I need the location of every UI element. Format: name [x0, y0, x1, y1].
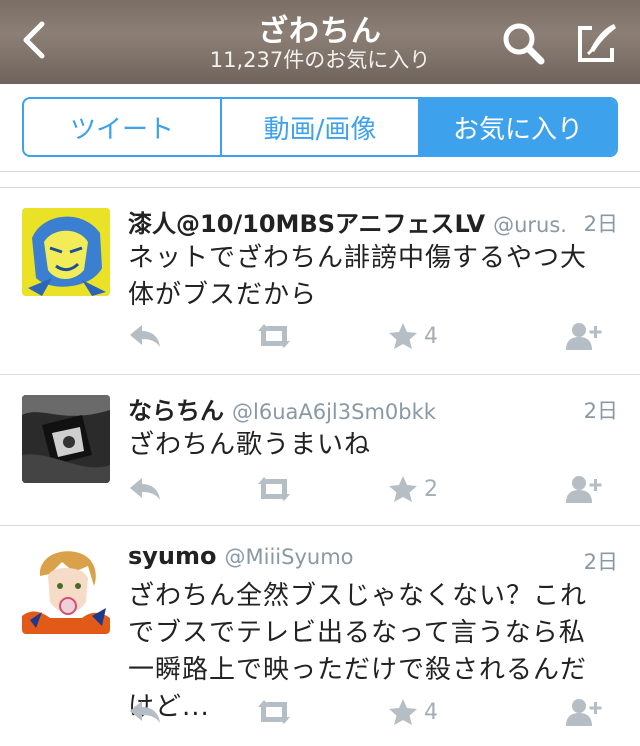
avatar-image — [22, 546, 110, 634]
favorite-button[interactable]: 2 — [388, 471, 438, 507]
profile-tabs: ツイート 動画/画像 お気に入り — [22, 97, 618, 157]
display-name[interactable]: syumo — [128, 542, 217, 570]
avatar[interactable] — [22, 546, 110, 634]
tweet-text: ネットでざわちん誹謗中傷するやつ大体がブスだから — [128, 243, 588, 310]
add-user-icon — [566, 476, 602, 503]
add-user-icon — [566, 323, 602, 350]
retweet-icon — [258, 700, 290, 724]
display-name[interactable]: ならちん — [128, 397, 224, 425]
reply-button[interactable] — [128, 471, 164, 507]
retweet-icon — [258, 477, 290, 501]
reply-icon — [130, 701, 160, 723]
tab-tweets[interactable]: ツイート — [24, 99, 220, 155]
reply-button[interactable] — [128, 694, 164, 730]
avatar[interactable] — [22, 395, 110, 483]
tweet-actions: 4 — [128, 318, 618, 354]
avatar[interactable] — [22, 208, 110, 296]
compose-button[interactable] — [574, 20, 620, 66]
star-icon — [389, 476, 417, 502]
tab-media[interactable]: 動画/画像 — [220, 99, 418, 155]
reply-button[interactable] — [128, 318, 164, 354]
tab-favorites[interactable]: お気に入り — [418, 99, 616, 155]
profile-header: ざわちん 11,237件のお気に入り — [0, 0, 640, 84]
favorite-count: 4 — [424, 699, 438, 725]
tweet-header: ならちん @l6uaA6jl3Sm0bkk — [128, 391, 568, 426]
retweet-icon — [258, 324, 290, 348]
username[interactable]: @l6uaA6jl3Sm0bkk — [232, 400, 436, 424]
tweet-actions: 2 — [128, 471, 618, 507]
star-icon — [389, 699, 417, 725]
follow-button[interactable] — [564, 318, 604, 354]
search-icon — [503, 23, 545, 65]
search-button[interactable] — [500, 20, 546, 66]
tweet-item[interactable]: syumo @MiiiSyumo 2日 ざわちん全然ブスじゃなくない？これでブスで… — [0, 526, 640, 746]
follow-button[interactable] — [564, 694, 604, 730]
favorite-button[interactable]: 4 — [388, 694, 438, 730]
username[interactable]: @MiiiSyumo — [225, 545, 354, 569]
avatar-image — [22, 208, 110, 296]
retweet-button[interactable] — [254, 694, 294, 730]
tweet-time: 2日 — [583, 550, 618, 574]
tweet-time: 2日 — [583, 399, 618, 423]
retweet-button[interactable] — [254, 318, 294, 354]
favorite-count: 2 — [424, 476, 438, 502]
follow-button[interactable] — [564, 471, 604, 507]
username[interactable]: @urus... — [493, 213, 568, 237]
tweet-text: ざわちん歌うまいね — [128, 430, 372, 460]
reply-icon — [130, 478, 160, 500]
tweet-item[interactable]: 漆人@10/10MBSアニフェスLV @urus... 2日 ネットでざわちん誹謗… — [0, 188, 640, 374]
tweet-time: 2日 — [583, 212, 618, 236]
display-name[interactable]: 漆人@10/10MBSアニフェスLV — [128, 210, 485, 238]
tweet-header: syumo @MiiiSyumo — [128, 542, 568, 570]
reply-icon — [130, 325, 160, 347]
compose-icon — [578, 24, 616, 62]
tweet-item[interactable]: ならちん @l6uaA6jl3Sm0bkk 2日 ざわちん歌うまいね 2 — [0, 375, 640, 525]
tweet-header: 漆人@10/10MBSアニフェスLV @urus... — [128, 204, 568, 239]
avatar-image — [22, 395, 110, 483]
star-icon — [389, 323, 417, 349]
add-user-icon — [566, 699, 602, 726]
favorite-button[interactable]: 4 — [388, 318, 438, 354]
retweet-button[interactable] — [254, 471, 294, 507]
tweet-actions: 4 — [128, 694, 618, 730]
favorite-count: 4 — [424, 323, 438, 349]
divider — [0, 171, 640, 172]
